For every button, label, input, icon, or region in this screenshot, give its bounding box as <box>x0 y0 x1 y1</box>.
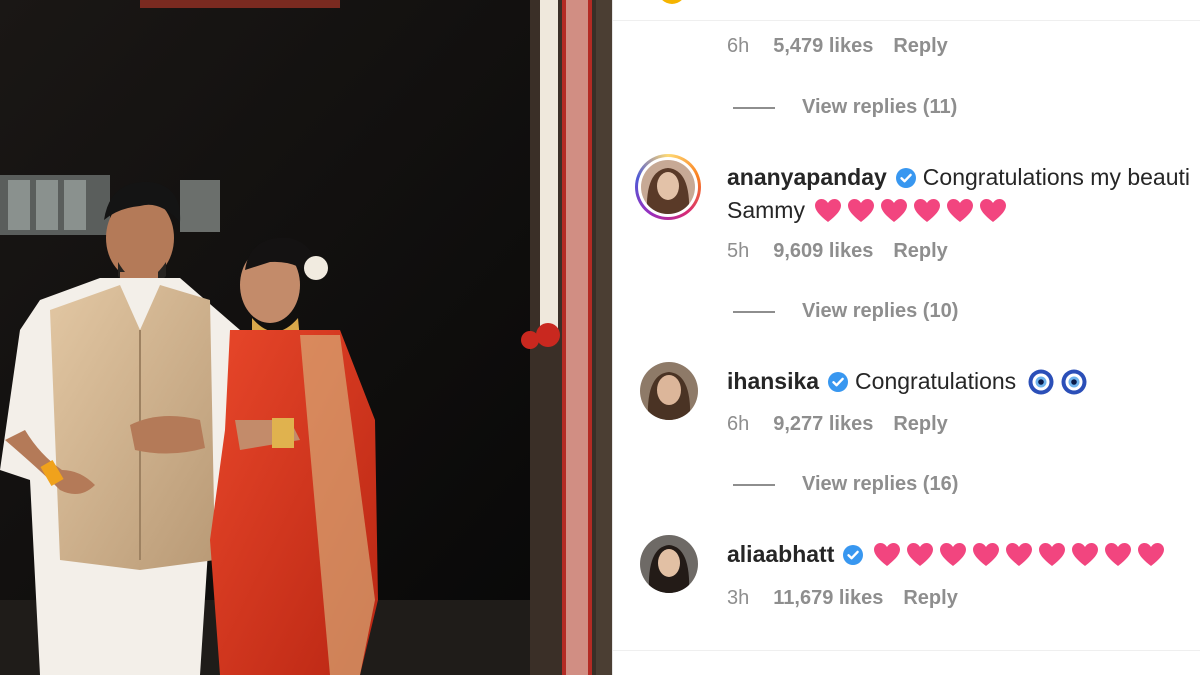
pink-heart-icon <box>874 542 901 566</box>
pink-heart-icon <box>913 198 940 222</box>
username[interactable]: ananyapanday <box>727 164 887 191</box>
pink-heart-icon <box>1039 542 1066 566</box>
comments-panel[interactable]: 6h 5,479 likes Reply View replies (11) a… <box>613 0 1200 675</box>
avatar[interactable] <box>640 362 698 420</box>
comment-time: 5h <box>727 240 750 262</box>
comment-likes[interactable]: 5,479 likes <box>773 35 873 58</box>
separator <box>613 20 1200 21</box>
nazar-amulet-icon <box>1028 369 1054 394</box>
verified-badge-icon <box>842 544 864 566</box>
comment-time: 6h <box>727 35 750 57</box>
pink-heart-icon <box>979 198 1006 222</box>
comment-text: Congratulations <box>855 368 1017 394</box>
comment-line: ananyapanday Congratulations my beauti <box>727 164 1190 191</box>
emoji-row <box>814 198 1006 223</box>
emoji-row <box>874 542 1165 567</box>
replies-dash <box>733 483 775 486</box>
comment-text-continued: Sammy <box>727 197 805 223</box>
couple-photo-illustration <box>0 0 612 675</box>
avatar <box>641 160 695 214</box>
view-replies-label: View replies (16) <box>802 473 959 495</box>
reply-button[interactable]: Reply <box>903 587 957 610</box>
pink-heart-icon <box>907 542 934 566</box>
pink-heart-icon <box>847 198 874 222</box>
avatar-image <box>640 362 698 420</box>
emoji-row <box>1028 369 1087 395</box>
avatar-image <box>641 160 695 214</box>
verified-badge-icon <box>827 371 849 393</box>
story-ring-avatar[interactable] <box>635 154 701 220</box>
comment-meta: 3h 11,679 likes Reply <box>727 587 958 610</box>
comment-likes[interactable]: 9,277 likes <box>773 413 873 436</box>
view-replies-button[interactable]: View replies (16) <box>733 473 958 496</box>
verified-badge-icon <box>895 167 917 189</box>
view-replies-label: View replies (10) <box>802 300 959 322</box>
reply-button[interactable]: Reply <box>893 413 947 436</box>
comment-time: 6h <box>727 413 750 435</box>
replies-dash <box>733 106 775 109</box>
comment-meta: 6h 9,277 likes Reply <box>727 413 948 436</box>
comment-line: aliaabhatt <box>727 541 1165 568</box>
reply-button[interactable]: Reply <box>893 35 947 58</box>
pink-heart-icon <box>940 542 967 566</box>
username[interactable]: aliaabhatt <box>727 541 834 568</box>
pink-heart-icon <box>814 198 841 222</box>
previous-comment-meta: 6h 5,479 likes Reply <box>727 35 948 58</box>
avatar[interactable] <box>640 535 698 593</box>
pink-heart-icon <box>946 198 973 222</box>
pink-heart-icon <box>1006 542 1033 566</box>
post-photo <box>0 0 612 675</box>
pink-heart-icon <box>1105 542 1132 566</box>
pink-heart-icon <box>1138 542 1165 566</box>
replies-dash <box>733 310 775 313</box>
comment-line-2: Sammy <box>727 197 1006 224</box>
nazar-amulet-icon <box>1061 369 1087 394</box>
previous-comment-avatar[interactable] <box>658 0 686 4</box>
pink-heart-icon <box>880 198 907 222</box>
reply-button[interactable]: Reply <box>893 240 947 263</box>
view-replies-label: View replies (11) <box>802 96 958 118</box>
comment-text: Congratulations my beauti <box>922 164 1191 190</box>
pink-heart-icon <box>1072 542 1099 566</box>
comment-time: 3h <box>727 587 750 609</box>
comment-meta: 5h 9,609 likes Reply <box>727 240 948 263</box>
separator <box>613 650 1200 651</box>
comment-likes[interactable]: 11,679 likes <box>773 587 883 610</box>
view-replies-button[interactable]: View replies (10) <box>733 300 958 323</box>
view-replies-button[interactable]: View replies (11) <box>733 96 957 119</box>
pink-heart-icon <box>973 542 1000 566</box>
comment-likes[interactable]: 9,609 likes <box>773 240 873 263</box>
username[interactable]: ihansika <box>727 368 819 395</box>
comment-line: ihansika Congratulations <box>727 368 1087 395</box>
avatar-image <box>640 535 698 593</box>
